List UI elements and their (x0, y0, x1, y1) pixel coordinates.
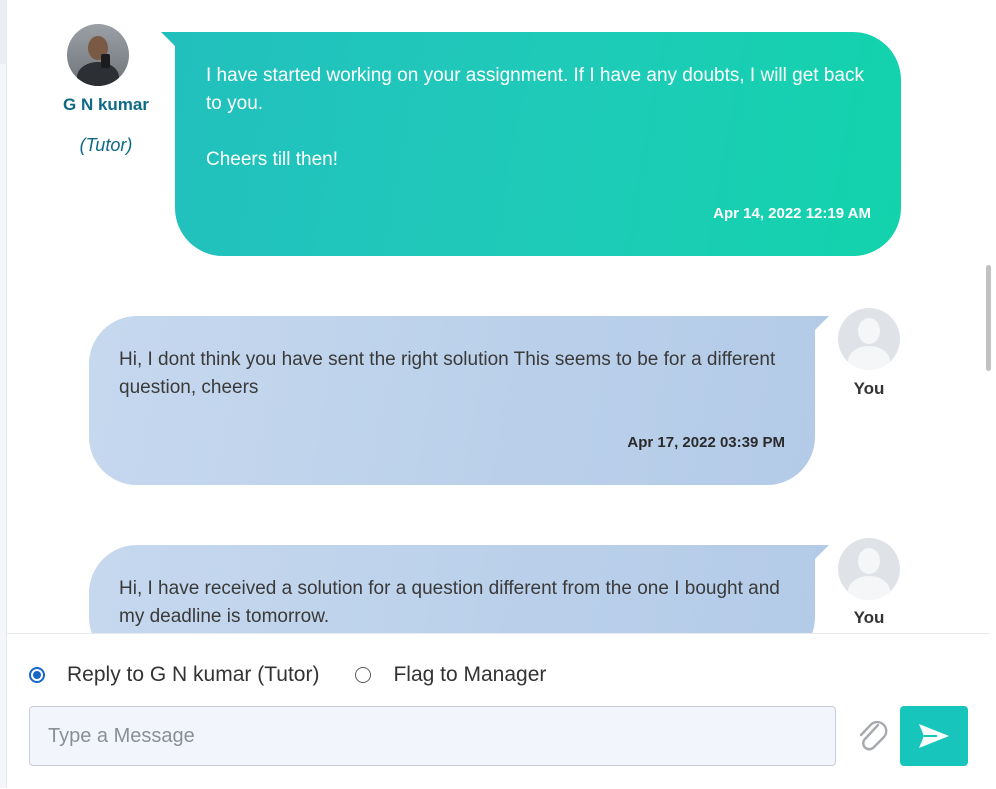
reply-target-options: Reply to G N kumar (Tutor) Flag to Manag… (29, 660, 582, 690)
avatar-phone-shape (101, 54, 110, 68)
flag-to-manager-radio[interactable] (355, 667, 372, 683)
message-text: I have started working on your assignmen… (206, 65, 864, 170)
sender-label: You (853, 379, 885, 398)
message-input[interactable] (29, 706, 836, 766)
paperclip-icon (859, 720, 888, 751)
reply-to-tutor-radio[interactable] (29, 667, 45, 683)
user-message-bubble: Hi, I have received a solution for a que… (89, 545, 829, 633)
message-timestamp: Apr 17, 2022 03:39 PM (627, 434, 785, 451)
scrollbar-thumb[interactable] (986, 265, 991, 371)
message-thread[interactable]: G N kumar (Tutor) I have started working… (7, 0, 982, 633)
user-message-bubble: Hi, I dont think you have sent the right… (89, 316, 829, 485)
tutor-role: (Tutor) (79, 135, 133, 155)
tutor-avatar (67, 24, 129, 86)
avatar-head-shape (858, 318, 880, 344)
message-text: Hi, I dont think you have sent the right… (119, 349, 781, 398)
avatar-shoulders-shape (848, 346, 890, 370)
sender-label: You (853, 608, 885, 627)
scrollbar[interactable] (984, 0, 992, 633)
left-panel-edge (0, 0, 7, 788)
avatar-shoulders-shape (848, 576, 890, 600)
reply-to-tutor-label[interactable]: Reply to G N kumar (Tutor) (67, 663, 319, 687)
left-panel-tab (0, 0, 6, 64)
flag-to-manager-label[interactable]: Flag to Manager (393, 663, 546, 687)
attach-button[interactable] (855, 716, 891, 758)
flag-to-manager-option[interactable]: Flag to Manager (355, 663, 546, 687)
avatar-head-shape (858, 548, 880, 574)
default-user-avatar-icon (838, 538, 900, 600)
paper-plane-icon (919, 724, 949, 748)
tutor-message-bubble: I have started working on your assignmen… (161, 32, 901, 256)
send-button[interactable] (900, 706, 968, 766)
message-timestamp: Apr 14, 2022 12:19 AM (713, 205, 871, 222)
tutor-name: G N kumar (63, 95, 149, 114)
default-user-avatar-icon (838, 308, 900, 370)
reply-to-tutor-option[interactable]: Reply to G N kumar (Tutor) (29, 663, 319, 687)
reply-bar: Reply to G N kumar (Tutor) Flag to Manag… (7, 633, 989, 789)
message-text: Hi, I have received a solution for a que… (119, 578, 786, 627)
avatar-body-shape (77, 62, 119, 86)
